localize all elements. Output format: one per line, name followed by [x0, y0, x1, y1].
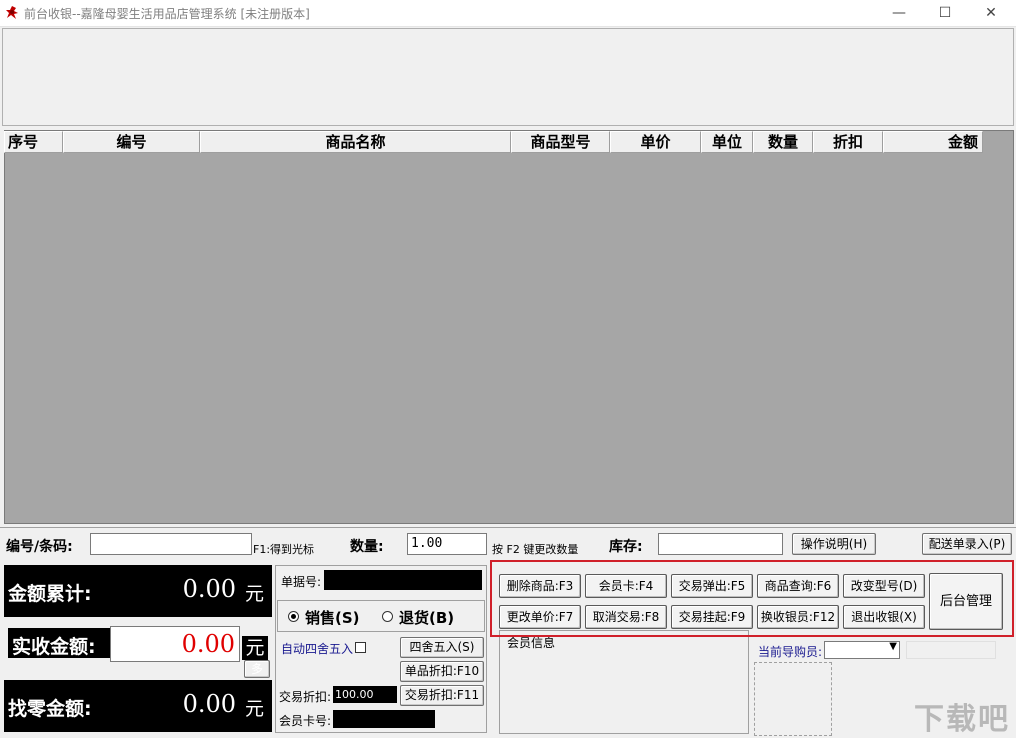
total-unit: 元: [244, 583, 264, 605]
receipt-number-field: [324, 570, 482, 590]
auto-round-label: 自动四舍五入: [281, 642, 354, 656]
close-icon[interactable]: ✕: [968, 0, 1014, 26]
received-unit: 元: [242, 636, 268, 660]
top-panel: [2, 28, 1014, 126]
cancel-trade-button[interactable]: 取消交易:F8: [585, 605, 667, 629]
round-button[interactable]: 四舍五入(S): [400, 637, 484, 658]
product-query-button[interactable]: 商品查询:F6: [757, 574, 839, 598]
divider: [0, 527, 1016, 528]
total-label: 金额累计:: [8, 583, 92, 605]
sale-radio[interactable]: [288, 611, 299, 622]
guide-select[interactable]: ▼: [824, 641, 900, 659]
chevron-down-icon: ▼: [889, 641, 897, 652]
member-card-button[interactable]: 会员卡:F4: [585, 574, 667, 598]
received-area: 实收金额: 0.00 元 多: [4, 620, 272, 678]
item-discount-button[interactable]: 单品折扣:F10: [400, 661, 484, 682]
column-header-name[interactable]: 商品名称: [200, 131, 511, 153]
column-header-price[interactable]: 单价: [610, 131, 701, 153]
stock-label: 库存:: [609, 539, 643, 555]
change-box: 找零金额: 0.00 元: [4, 680, 272, 732]
title-bar: 前台收银--嘉隆母婴生活用品店管理系统 [未注册版本] — ☐ ✕: [0, 0, 1016, 27]
guide-name-field: [906, 641, 996, 659]
total-amount: 0.00: [182, 575, 236, 603]
return-label[interactable]: 退货(B): [399, 607, 454, 628]
qty-input[interactable]: 1.00: [407, 533, 487, 555]
multi-payment-button[interactable]: 多: [244, 660, 270, 678]
change-price-button[interactable]: 更改单价:F7: [499, 605, 581, 629]
f2-hint: 按 F2 键更改数量: [492, 543, 579, 556]
receipt-label: 单据号:: [281, 575, 322, 589]
total-box: 金额累计: 0.00 元: [4, 565, 272, 617]
column-header-index[interactable]: 序号: [4, 131, 63, 153]
delete-item-button[interactable]: 删除商品:F3: [499, 574, 581, 598]
column-header-code[interactable]: 编号: [63, 131, 200, 153]
help-button[interactable]: 操作说明(H): [792, 533, 876, 555]
guide-label: 当前导购员:: [758, 645, 823, 659]
received-amount: 0.00: [181, 630, 235, 658]
delivery-entry-button[interactable]: 配送单录入(P): [922, 533, 1012, 555]
watermark: 下载吧: [914, 702, 1010, 737]
suspend-trade-button[interactable]: 交易挂起:F9: [671, 605, 753, 629]
member-card-field[interactable]: [333, 710, 435, 728]
return-radio[interactable]: [382, 611, 393, 622]
column-header-qty[interactable]: 数量: [753, 131, 813, 153]
maximize-icon[interactable]: ☐: [922, 0, 968, 26]
stock-field: [658, 533, 783, 555]
app-logo-icon: [6, 6, 18, 19]
exit-cashier-button[interactable]: 退出收银(X): [843, 605, 925, 629]
auto-round-checkbox[interactable]: [355, 642, 366, 653]
column-header-discount[interactable]: 折扣: [813, 131, 883, 153]
column-header-model[interactable]: 商品型号: [511, 131, 610, 153]
f1-hint: F1:得到光标: [253, 543, 315, 556]
member-card-label: 会员卡号:: [279, 714, 332, 728]
change-amount: 0.00: [182, 690, 236, 718]
trade-discount-label: 交易折扣:: [279, 690, 332, 704]
received-input[interactable]: 0.00: [110, 626, 240, 662]
admin-button[interactable]: 后台管理: [929, 573, 1003, 630]
trade-discount-button[interactable]: 交易折扣:F11: [400, 685, 484, 706]
change-label: 找零金额:: [8, 698, 92, 720]
window-title: 前台收银--嘉隆母婴生活用品店管理系统 [未注册版本]: [24, 7, 310, 21]
column-header-unit[interactable]: 单位: [701, 131, 753, 153]
code-label: 编号/条码:: [6, 539, 73, 555]
trade-popup-button[interactable]: 交易弹出:F5: [671, 574, 753, 598]
received-label-box: 实收金额:: [8, 628, 110, 658]
code-input[interactable]: [90, 533, 252, 555]
photo-area: [754, 662, 832, 736]
product-grid[interactable]: [4, 130, 1014, 524]
column-header-amount[interactable]: 金额: [883, 131, 983, 153]
change-unit: 元: [244, 698, 264, 720]
switch-cashier-button[interactable]: 换收银员:F12: [757, 605, 839, 629]
trade-discount-field[interactable]: 100.00: [333, 686, 397, 703]
change-model-button[interactable]: 改变型号(D): [843, 574, 925, 598]
sale-label[interactable]: 销售(S): [305, 607, 360, 628]
qty-label: 数量:: [350, 539, 384, 555]
minimize-icon[interactable]: —: [876, 0, 922, 26]
received-label: 实收金额:: [12, 636, 96, 658]
